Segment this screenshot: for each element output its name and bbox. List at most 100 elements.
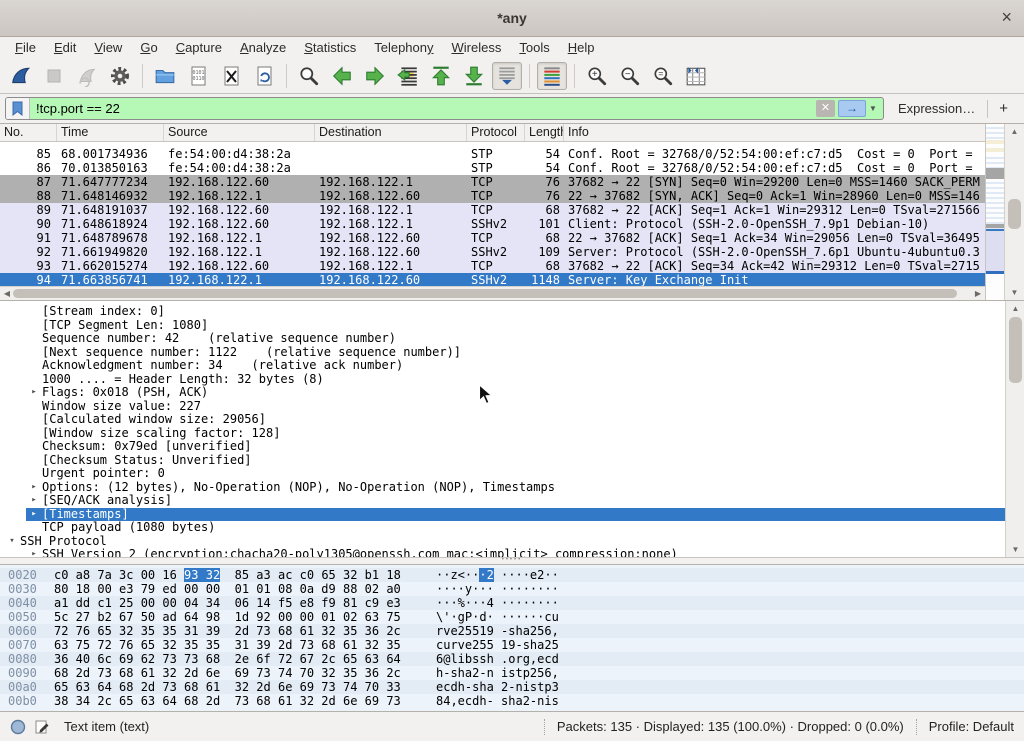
capture-comment-button[interactable]: [34, 719, 50, 735]
expression-button[interactable]: Expression…: [884, 101, 987, 116]
menu-item[interactable]: Statistics: [295, 38, 365, 57]
column-header-info[interactable]: Info: [564, 124, 985, 141]
detail-line[interactable]: ▸[SEQ/ACK analysis]: [0, 494, 1005, 508]
scroll-up-arrow[interactable]: ▲: [1005, 125, 1024, 138]
find-packet-button[interactable]: [294, 62, 324, 90]
hex-row[interactable]: 0020 c0 a8 7a 3c 00 16 93 32 85 a3 ac c0…: [0, 568, 1024, 582]
detail-line[interactable]: ▸[Timestamps]: [0, 508, 1005, 522]
details-scroll-thumb[interactable]: [1009, 317, 1022, 383]
scroll-down-arrow[interactable]: ▼: [1005, 286, 1024, 299]
capture-options-button[interactable]: [105, 62, 135, 90]
scroll-up-arrow[interactable]: ▲: [1006, 302, 1024, 315]
hex-row[interactable]: 0070 63 75 72 76 65 32 35 35 31 39 2d 73…: [0, 638, 1024, 652]
detail-line[interactable]: Window size value: 227: [0, 400, 1005, 414]
filter-dropdown-caret[interactable]: ▼: [869, 104, 877, 113]
detail-line[interactable]: ▸SSH Version 2 (encryption:chacha20-poly…: [0, 548, 1005, 557]
go-forward-button[interactable]: [360, 62, 390, 90]
detail-line[interactable]: [Checksum Status: Unverified]: [0, 454, 1005, 468]
scroll-down-arrow[interactable]: ▼: [1006, 543, 1024, 556]
display-filter-input[interactable]: !tcp.port == 22 ✕ → ▼: [5, 97, 884, 120]
scroll-left-arrow[interactable]: ◀: [1, 287, 13, 300]
detail-line[interactable]: ▸Options: (12 bytes), No-Operation (NOP)…: [0, 481, 1005, 495]
hex-row[interactable]: 0050 5c 27 b2 67 50 ad 64 98 1d 92 00 00…: [0, 610, 1024, 624]
detail-line[interactable]: [Window size scaling factor: 128]: [0, 427, 1005, 441]
hex-row[interactable]: 00a0 65 63 64 68 2d 73 68 61 32 2d 6e 69…: [0, 680, 1024, 694]
menu-item[interactable]: Analyze: [231, 38, 295, 57]
menu-item[interactable]: File: [6, 38, 45, 57]
menu-item[interactable]: Go: [131, 38, 166, 57]
detail-line[interactable]: TCP payload (1080 bytes): [0, 521, 1005, 535]
detail-line[interactable]: [Stream index: 0]: [0, 305, 1005, 319]
stop-capture-button[interactable]: [39, 62, 69, 90]
status-profile[interactable]: Profile: Default: [929, 719, 1014, 734]
titlebar[interactable]: *any ×: [0, 0, 1024, 37]
packet-row[interactable]: 8568.001734936fe:54:00:d4:38:2aSTP54Conf…: [0, 147, 985, 161]
open-file-button[interactable]: [150, 62, 180, 90]
column-header-source[interactable]: Source: [164, 124, 315, 141]
go-to-first-packet-button[interactable]: [426, 62, 456, 90]
hex-row[interactable]: 0060 72 76 65 32 35 35 31 39 2d 73 68 61…: [0, 624, 1024, 638]
menu-item[interactable]: Telephony: [365, 38, 442, 57]
detail-line[interactable]: Checksum: 0x79ed [unverified]: [0, 440, 1005, 454]
restart-capture-button[interactable]: [72, 62, 102, 90]
auto-scroll-button[interactable]: [492, 62, 522, 90]
add-filter-button[interactable]: +: [988, 100, 1019, 117]
menu-item[interactable]: Tools: [510, 38, 558, 57]
detail-line[interactable]: 1000 .... = Header Length: 32 bytes (8): [0, 373, 1005, 387]
save-file-button[interactable]: 01010110: [183, 62, 213, 90]
menu-item[interactable]: View: [85, 38, 131, 57]
menu-item[interactable]: Help: [559, 38, 604, 57]
colorize-button[interactable]: [537, 62, 567, 90]
detail-line[interactable]: ▸Flags: 0x018 (PSH, ACK): [0, 386, 1005, 400]
zoom-normal-button[interactable]: =: [648, 62, 678, 90]
packet-row[interactable]: 8771.647777234192.168.122.60192.168.122.…: [0, 175, 985, 189]
hex-row[interactable]: 0040 a1 dd c1 25 00 00 04 34 06 14 f5 e8…: [0, 596, 1024, 610]
packet-row[interactable]: 9471.663856741192.168.122.1192.168.122.6…: [0, 273, 985, 286]
details-vscrollbar[interactable]: ▲ ▼: [1005, 301, 1024, 557]
scroll-right-arrow[interactable]: ▶: [972, 287, 984, 300]
detail-line[interactable]: [Next sequence number: 1122 (relative se…: [0, 346, 1005, 360]
go-back-button[interactable]: [327, 62, 357, 90]
hex-row[interactable]: 0030 80 18 00 e3 79 ed 00 00 01 01 08 0a…: [0, 582, 1024, 596]
packet-row[interactable]: 9071.648618924192.168.122.60192.168.122.…: [0, 217, 985, 231]
packet-row[interactable]: 9371.662015274192.168.122.60192.168.122.…: [0, 259, 985, 273]
resize-columns-button[interactable]: [681, 62, 711, 90]
column-header-protocol[interactable]: Protocol: [467, 124, 525, 141]
start-capture-button[interactable]: [6, 62, 36, 90]
packet-row[interactable]: 8971.648191037192.168.122.60192.168.122.…: [0, 203, 985, 217]
packet-row[interactable]: 9271.661949820192.168.122.1192.168.122.6…: [0, 245, 985, 259]
menu-item[interactable]: Edit: [45, 38, 85, 57]
column-header-destination[interactable]: Destination: [315, 124, 467, 141]
filter-clear-button[interactable]: ✕: [816, 100, 835, 117]
vscroll-thumb[interactable]: [1008, 199, 1021, 229]
detail-line[interactable]: Sequence number: 42 (relative sequence n…: [0, 332, 1005, 346]
packet-list-hscrollbar[interactable]: ◀ ▶: [0, 286, 985, 300]
menu-item[interactable]: Wireless: [443, 38, 511, 57]
packet-list-vscrollbar[interactable]: ▲ ▼: [1004, 124, 1024, 300]
hex-row[interactable]: 0080 36 40 6c 69 62 73 73 68 2e 6f 72 67…: [0, 652, 1024, 666]
column-header-length[interactable]: Length: [525, 124, 564, 141]
hscroll-thumb[interactable]: [13, 289, 957, 298]
detail-line[interactable]: ▾SSH Protocol: [0, 535, 1005, 549]
close-file-button[interactable]: [216, 62, 246, 90]
reload-file-button[interactable]: [249, 62, 279, 90]
menu-item[interactable]: Capture: [167, 38, 231, 57]
column-header-no[interactable]: No.: [0, 124, 57, 141]
detail-line[interactable]: Acknowledgment number: 34 (relative ack …: [0, 359, 1005, 373]
packet-row[interactable]: 8871.648146932192.168.122.1192.168.122.6…: [0, 189, 985, 203]
go-to-last-packet-button[interactable]: [459, 62, 489, 90]
detail-line[interactable]: [TCP Segment Len: 1080]: [0, 319, 1005, 333]
filter-text[interactable]: !tcp.port == 22: [30, 101, 816, 116]
packet-row[interactable]: 8670.013850163fe:54:00:d4:38:2aSTP54Conf…: [0, 161, 985, 175]
hex-row[interactable]: 0090 68 2d 73 68 61 32 2d 6e 69 73 74 70…: [0, 666, 1024, 680]
packet-row[interactable]: 9171.648789678192.168.122.1192.168.122.6…: [0, 231, 985, 245]
zoom-out-button[interactable]: −: [615, 62, 645, 90]
close-window-button[interactable]: ×: [1001, 7, 1012, 27]
go-to-packet-button[interactable]: [393, 62, 423, 90]
pane-splitter[interactable]: •••••: [0, 558, 1024, 565]
hex-row[interactable]: 00b0 38 34 2c 65 63 64 68 2d 73 68 61 32…: [0, 694, 1024, 708]
packet-list-minimap[interactable]: [985, 124, 1004, 300]
detail-line[interactable]: Urgent pointer: 0: [0, 467, 1005, 481]
filter-apply-button[interactable]: →: [838, 100, 866, 117]
expert-info-button[interactable]: [10, 719, 26, 735]
